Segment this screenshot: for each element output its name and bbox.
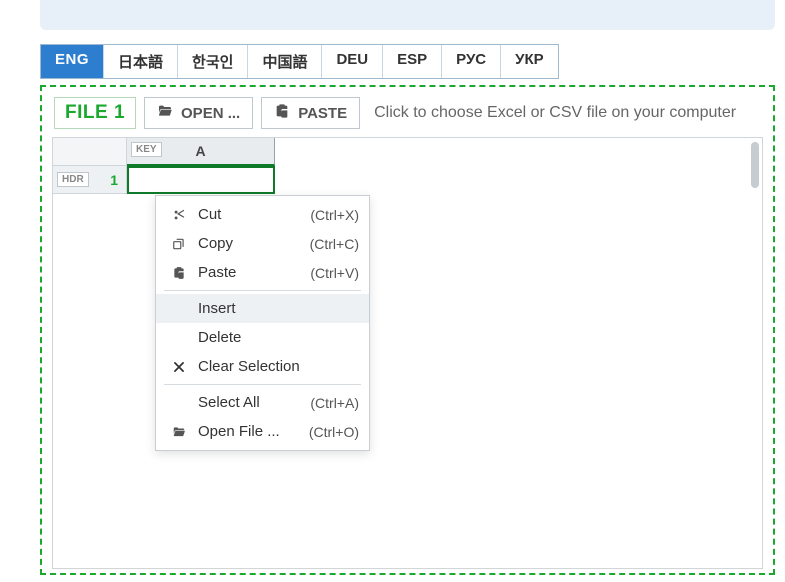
- lang-tab-rus[interactable]: РУС: [442, 45, 501, 78]
- column-a-label: A: [195, 143, 205, 159]
- file-drop-panel: FILE 1 OPEN ... PASTE Click to choose Ex…: [40, 85, 775, 575]
- column-header-a[interactable]: KEY A: [127, 138, 275, 166]
- ctx-paste-shortcut: (Ctrl+V): [310, 265, 359, 281]
- ctx-selectall-label: Select All: [190, 394, 310, 411]
- sheet-row-1: HDR 1: [53, 166, 762, 194]
- sheet-corner-cell[interactable]: [53, 138, 127, 166]
- ctx-cut[interactable]: Cut (Ctrl+X): [156, 200, 369, 229]
- ctx-clear-label: Clear Selection: [190, 358, 359, 375]
- row-header-1[interactable]: HDR 1: [53, 166, 127, 194]
- ctx-paste[interactable]: Paste (Ctrl+V): [156, 258, 369, 287]
- info-banner: [40, 0, 775, 30]
- ctx-cut-label: Cut: [190, 206, 310, 223]
- folder-open-icon: [157, 103, 173, 123]
- ctx-insert[interactable]: Insert: [156, 294, 369, 323]
- file-slot-label: FILE 1: [54, 97, 136, 129]
- ctx-delete-label: Delete: [190, 329, 359, 346]
- ctx-clear-selection[interactable]: Clear Selection: [156, 352, 369, 381]
- ctx-delete[interactable]: Delete: [156, 323, 369, 352]
- ctx-copy-shortcut: (Ctrl+C): [310, 236, 359, 252]
- sheet-header-row: KEY A: [53, 138, 762, 166]
- lang-tab-ko[interactable]: 한국인: [178, 45, 248, 78]
- row-1-label: 1: [110, 172, 118, 188]
- clipboard-paste-icon: [274, 103, 290, 123]
- folder-open-icon: [168, 425, 190, 439]
- ctx-selectall-shortcut: (Ctrl+A): [310, 395, 359, 411]
- ctx-separator: [164, 290, 361, 291]
- scrollbar-thumb[interactable]: [751, 142, 759, 188]
- ctx-insert-label: Insert: [190, 300, 359, 317]
- lang-tab-deu[interactable]: DEU: [322, 45, 383, 78]
- copy-icon: [168, 237, 190, 251]
- paste-button[interactable]: PASTE: [261, 97, 360, 129]
- lang-tab-eng[interactable]: ENG: [41, 45, 104, 78]
- cell-a1[interactable]: [127, 166, 275, 194]
- ctx-cut-shortcut: (Ctrl+X): [310, 207, 359, 223]
- ctx-openfile-label: Open File ...: [190, 423, 309, 440]
- lang-tab-ja[interactable]: 日本語: [104, 45, 178, 78]
- ctx-copy[interactable]: Copy (Ctrl+C): [156, 229, 369, 258]
- ctx-separator: [164, 384, 361, 385]
- language-tabs: ENG 日本語 한국인 中国語 DEU ESP РУС УКР: [40, 44, 559, 79]
- scissors-icon: [168, 208, 190, 222]
- x-icon: [168, 360, 190, 374]
- ctx-open-file[interactable]: Open File ... (Ctrl+O): [156, 417, 369, 446]
- ctx-copy-label: Copy: [190, 235, 310, 252]
- paste-label: PASTE: [298, 105, 347, 122]
- file-panel-hint: Click to choose Excel or CSV file on you…: [374, 104, 736, 122]
- file-panel-header: FILE 1 OPEN ... PASTE Click to choose Ex…: [42, 87, 773, 137]
- open-file-label: OPEN ...: [181, 105, 240, 122]
- lang-tab-zh[interactable]: 中国語: [248, 45, 322, 78]
- ctx-paste-label: Paste: [190, 264, 310, 281]
- open-file-button[interactable]: OPEN ...: [144, 97, 253, 129]
- clipboard-paste-icon: [168, 266, 190, 280]
- ctx-openfile-shortcut: (Ctrl+O): [309, 424, 359, 440]
- lang-tab-ukr[interactable]: УКР: [501, 45, 558, 78]
- key-badge: KEY: [131, 142, 162, 157]
- lang-tab-esp[interactable]: ESP: [383, 45, 442, 78]
- context-menu: Cut (Ctrl+X) Copy (Ctrl+C) Paste (Ctrl+V…: [155, 195, 370, 451]
- hdr-badge: HDR: [57, 172, 89, 187]
- ctx-select-all[interactable]: Select All (Ctrl+A): [156, 388, 369, 417]
